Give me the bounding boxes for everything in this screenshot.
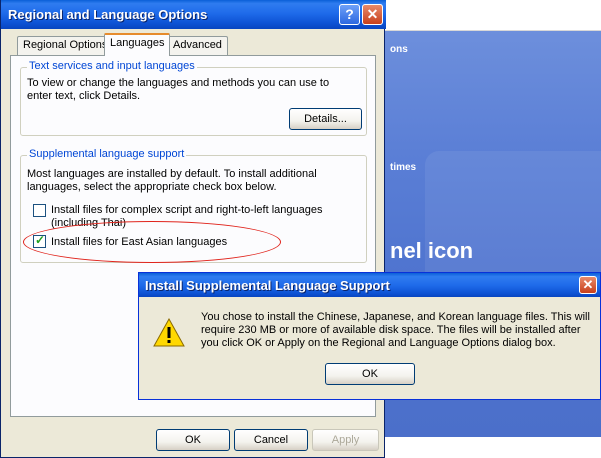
close-button[interactable]: ✕ [362,4,383,25]
background-heading-times: times [390,162,417,173]
supplemental-description: Most languages are installed by default.… [27,168,317,193]
message-text: You chose to install the Chinese, Japane… [201,311,590,349]
complex-script-checkbox[interactable] [33,204,46,217]
highlight-ellipse [23,221,281,263]
text-services-group: Text services and input languages To vie… [20,60,367,136]
details-button[interactable]: Details... [289,108,362,130]
background-window-titlebar [385,0,601,31]
background-heading-icon: nel icon [390,238,474,263]
cancel-button[interactable]: Cancel [234,429,308,451]
message-titlebar[interactable]: Install Supplemental Language Support ✕ [139,273,600,297]
tab-regional-options[interactable]: Regional Options [17,36,114,55]
supplemental-legend: Supplemental language support [27,148,187,160]
background-window-footer [385,437,601,458]
message-title: Install Supplemental Language Support [145,278,390,293]
help-button[interactable]: ? [339,4,360,25]
apply-button[interactable]: Apply [312,429,379,451]
text-services-legend: Text services and input languages [27,60,197,72]
dialog-title: Regional and Language Options [8,7,208,22]
message-ok-button[interactable]: OK [325,363,415,385]
warning-icon [153,318,185,347]
install-supplemental-dialog: Install Supplemental Language Support ✕ … [138,272,601,400]
ok-button[interactable]: OK [156,429,230,451]
background-heading-ons: ons [390,44,408,55]
message-close-button[interactable]: ✕ [579,276,597,294]
text-services-description: To view or change the languages and meth… [27,77,330,102]
tab-languages[interactable]: Languages [104,33,171,56]
dialog-titlebar[interactable]: Regional and Language Options ? ✕ [1,0,386,29]
tab-advanced[interactable]: Advanced [167,36,228,55]
